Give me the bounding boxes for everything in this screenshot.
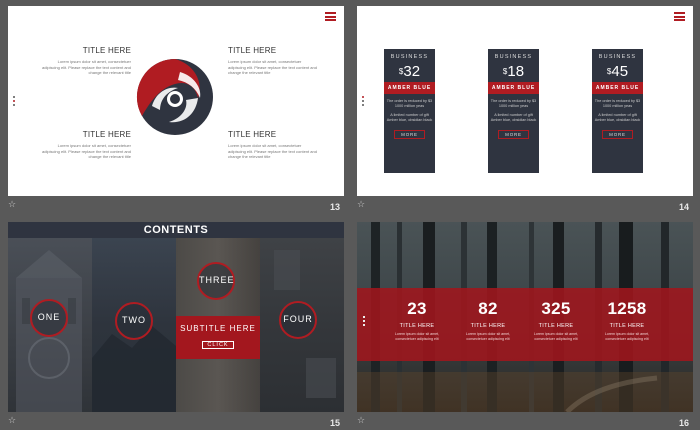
slide-number: 15 <box>330 418 341 428</box>
stat-text: Lorem ipsum dolor sit amet, consectetuer… <box>604 332 650 341</box>
title-block-3: TITLE HERE Lorem ipsum dolor sit amet, c… <box>41 130 131 160</box>
stat-value: 325 <box>541 299 571 318</box>
card-price: $18 <box>488 63 539 80</box>
subtitle-panel: SUBTITLE HERE CLICK <box>176 316 260 359</box>
section-three-ring[interactable]: THREE <box>197 262 235 300</box>
feature-line: 1000 million yeas <box>498 104 529 108</box>
block-title: TITLE HERE <box>228 130 277 139</box>
contents-heading: CONTENTS <box>8 222 344 238</box>
slide-number: 16 <box>679 418 690 428</box>
stat-text: Lorem ipsum dolor sit amet, consectetuer… <box>465 332 511 341</box>
pricing-card-3: BUSINESS $45 AMBER BLUE The order is red… <box>592 49 643 173</box>
slide-thumbnail-16[interactable]: 23 TITLE HERE Lorem ipsum dolor sit amet… <box>357 222 693 412</box>
block-title: TITLE HERE <box>82 130 131 139</box>
feature-line: 1000 million yeas <box>394 104 425 108</box>
hamburger-menu-icon[interactable] <box>674 12 685 21</box>
block-text: Lorem ipsum dolor sit amet, consectetuer… <box>42 59 131 75</box>
title-block-1: TITLE HERE Lorem ipsum dolor sit amet, c… <box>41 46 131 76</box>
card-band: AMBER BLUE <box>384 82 435 94</box>
more-button[interactable]: MORE <box>394 130 425 139</box>
block-title: TITLE HERE <box>228 46 277 55</box>
card-features: The order is reduced by $3 1000 million … <box>488 99 539 123</box>
slide-number: 14 <box>679 202 690 212</box>
side-dots-icon <box>363 316 365 328</box>
stat-block-1: 23 TITLE HERE Lorem ipsum dolor sit amet… <box>385 299 449 341</box>
hamburger-menu-icon[interactable] <box>325 12 336 21</box>
section-two-ring[interactable]: TWO <box>115 302 153 340</box>
star-icon[interactable]: ☆ <box>8 416 16 426</box>
stat-value: 23 <box>407 299 427 318</box>
swirl-circle-graphic <box>136 58 213 135</box>
stat-label: TITLE HERE <box>470 323 506 329</box>
card-kicker: BUSINESS <box>598 54 637 60</box>
stat-block-3: 325 TITLE HERE Lorem ipsum dolor sit ame… <box>524 299 588 341</box>
stat-value: 82 <box>478 299 498 318</box>
pricing-card-2: BUSINESS $18 AMBER BLUE The order is red… <box>488 49 539 173</box>
star-icon[interactable]: ☆ <box>357 200 365 210</box>
subtitle-text: SUBTITLE HERE <box>180 324 256 333</box>
stat-text: Lorem ipsum dolor sit amet, consectetuer… <box>394 332 440 341</box>
card-band: AMBER BLUE <box>592 82 643 94</box>
section-four-ring[interactable]: FOUR <box>279 301 317 339</box>
section-one-ring[interactable]: ONE <box>30 299 68 337</box>
stat-label: TITLE HERE <box>538 323 574 329</box>
card-band: AMBER BLUE <box>488 82 539 94</box>
stat-text: Lorem ipsum dolor sit amet, consectetuer… <box>533 332 579 341</box>
stat-label: TITLE HERE <box>399 323 435 329</box>
feature-line: Amber blue, obsidian black <box>594 118 641 122</box>
slide-number: 13 <box>330 202 341 212</box>
block-text: Lorem ipsum dolor sit amet, consectetuer… <box>42 143 131 159</box>
more-button[interactable]: MORE <box>498 130 529 139</box>
block-text: Lorem ipsum dolor sit amet, consectetuer… <box>228 143 317 159</box>
slide-thumbnail-14[interactable]: BUSINESS $32 AMBER BLUE The order is red… <box>357 6 693 196</box>
card-price: $45 <box>592 63 643 80</box>
stat-label: TITLE HERE <box>609 323 645 329</box>
side-dots-icon <box>13 96 16 108</box>
feature-line: Amber blue, obsidian black <box>386 118 433 122</box>
pricing-card-1: BUSINESS $32 AMBER BLUE The order is red… <box>384 49 435 173</box>
title-block-2: TITLE HERE Lorem ipsum dolor sit amet, c… <box>228 46 318 76</box>
title-block-4: TITLE HERE Lorem ipsum dolor sit amet, c… <box>228 130 318 160</box>
feature-line: Amber blue, obsidian black <box>490 118 537 122</box>
card-features: The order is reduced by $3 1000 million … <box>592 99 643 123</box>
block-title: TITLE HERE <box>82 46 131 55</box>
stat-value: 1258 <box>607 299 647 318</box>
card-kicker: BUSINESS <box>494 54 533 60</box>
feature-line: 1000 million yeas <box>602 104 633 108</box>
click-button[interactable]: CLICK <box>202 341 234 349</box>
stat-block-2: 82 TITLE HERE Lorem ipsum dolor sit amet… <box>456 299 520 341</box>
price-amount: 45 <box>611 63 629 80</box>
card-features: The order is reduced by $3 1000 million … <box>384 99 435 123</box>
price-amount: 18 <box>507 63 525 80</box>
more-button[interactable]: MORE <box>602 130 633 139</box>
price-amount: 32 <box>403 63 421 80</box>
side-dots-icon <box>362 96 365 108</box>
block-text: Lorem ipsum dolor sit amet, consectetuer… <box>228 59 317 75</box>
stat-block-4: 1258 TITLE HERE Lorem ipsum dolor sit am… <box>595 299 659 341</box>
card-kicker: BUSINESS <box>390 54 429 60</box>
star-icon[interactable]: ☆ <box>8 200 16 210</box>
star-icon[interactable]: ☆ <box>357 416 365 426</box>
slide-thumbnail-15[interactable]: CONTENTS ONE TWO THREE FOUR SUBTITLE HER… <box>8 222 344 412</box>
card-price: $32 <box>384 63 435 80</box>
slide-thumbnail-13[interactable]: TITLE HERE Lorem ipsum dolor sit amet, c… <box>8 6 344 196</box>
